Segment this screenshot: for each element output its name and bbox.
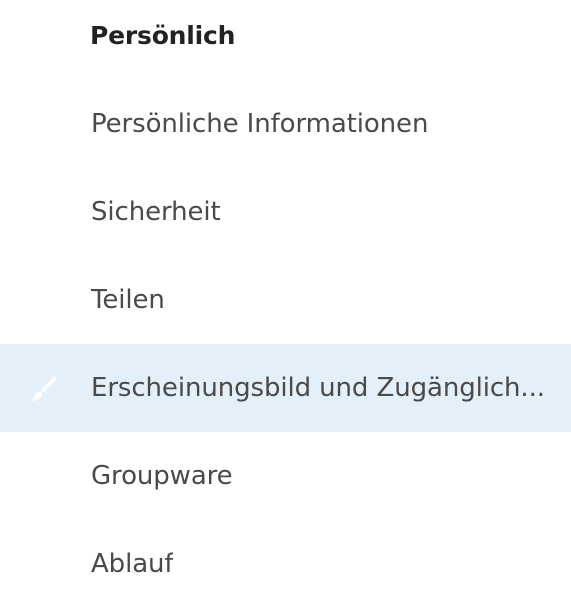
nav-item-security[interactable]: Sicherheit <box>0 168 571 256</box>
settings-nav-list: Persönliche Informationen Sicherheit Tei… <box>0 80 571 603</box>
nav-item-flow[interactable]: Ablauf <box>0 520 571 603</box>
nav-item-groupware[interactable]: Groupware <box>0 432 571 520</box>
nav-item-label: Ablauf <box>91 549 174 579</box>
nav-item-personal-information[interactable]: Persönliche Informationen <box>0 80 571 168</box>
nav-item-label: Persönliche Informationen <box>91 109 429 139</box>
nav-item-appearance-accessibility[interactable]: Erscheinungsbild und Zugänglich... <box>0 344 571 432</box>
nav-item-label: Teilen <box>91 285 165 315</box>
section-heading-personal: Persönlich <box>90 21 236 50</box>
nav-item-label: Erscheinungsbild und Zugänglich... <box>91 373 545 403</box>
nav-item-label: Sicherheit <box>91 197 221 227</box>
nav-item-sharing[interactable]: Teilen <box>0 256 571 344</box>
brush-icon <box>28 373 60 405</box>
nav-item-label: Groupware <box>91 461 233 491</box>
settings-navigation: Persönlich Persönliche Informationen Sic… <box>0 0 571 603</box>
